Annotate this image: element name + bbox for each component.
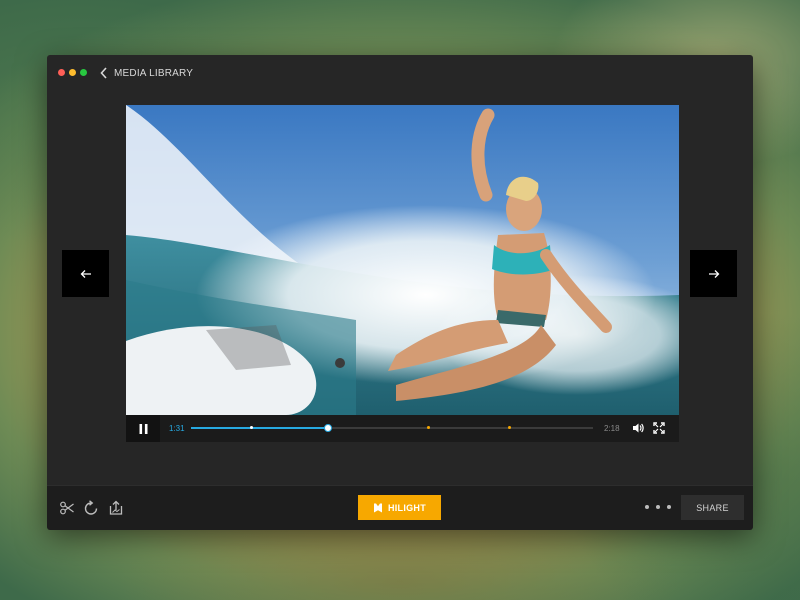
hilight-label: HILIGHT <box>387 502 427 513</box>
hilight-tag-icon <box>373 503 382 512</box>
total-time: 2:18 <box>604 424 620 433</box>
rotate-icon[interactable] <box>83 500 99 516</box>
seek-bar[interactable] <box>191 424 593 432</box>
window-close-button[interactable] <box>58 69 65 76</box>
scissors-icon[interactable] <box>59 500 75 516</box>
hilight-marker[interactable] <box>427 426 431 429</box>
seek-progress <box>191 427 328 429</box>
bottom-toolbar: HILIGHT SHARE <box>47 485 753 530</box>
more-options-button[interactable] <box>645 501 671 513</box>
title-bar: MEDIA LIBRARY <box>47 55 753 91</box>
seek-handle[interactable] <box>323 424 332 432</box>
share-button[interactable]: SHARE <box>681 495 744 520</box>
window-maximize-button[interactable] <box>80 69 87 76</box>
chevron-left-icon <box>100 67 107 79</box>
arrow-left-icon <box>80 269 91 278</box>
video-preview-image <box>126 105 679 415</box>
back-to-media-library[interactable]: MEDIA LIBRARY <box>100 66 193 80</box>
volume-icon[interactable] <box>632 422 644 434</box>
next-media-button[interactable] <box>690 250 737 297</box>
pause-button[interactable] <box>126 415 160 442</box>
current-time: 1:31 <box>169 424 185 433</box>
media-viewer-window: MEDIA LIBRARY 1:31 2:18 HILIGHT SHARE <box>47 55 753 530</box>
fullscreen-icon[interactable] <box>653 422 665 434</box>
breadcrumb-label: MEDIA LIBRARY <box>114 67 194 79</box>
window-minimize-button[interactable] <box>69 69 76 76</box>
hilight-marker[interactable] <box>507 426 511 429</box>
more-dots-icon <box>656 505 660 509</box>
hilight-button[interactable]: HILIGHT <box>358 495 441 520</box>
video-frame[interactable] <box>126 105 679 415</box>
pause-icon <box>139 423 147 434</box>
more-dots-icon <box>645 505 649 509</box>
more-dots-icon <box>667 505 671 509</box>
player-controls: 1:31 2:18 <box>126 415 679 442</box>
export-icon[interactable] <box>108 500 124 516</box>
arrow-right-icon <box>708 269 719 278</box>
previous-media-button[interactable] <box>62 250 109 297</box>
